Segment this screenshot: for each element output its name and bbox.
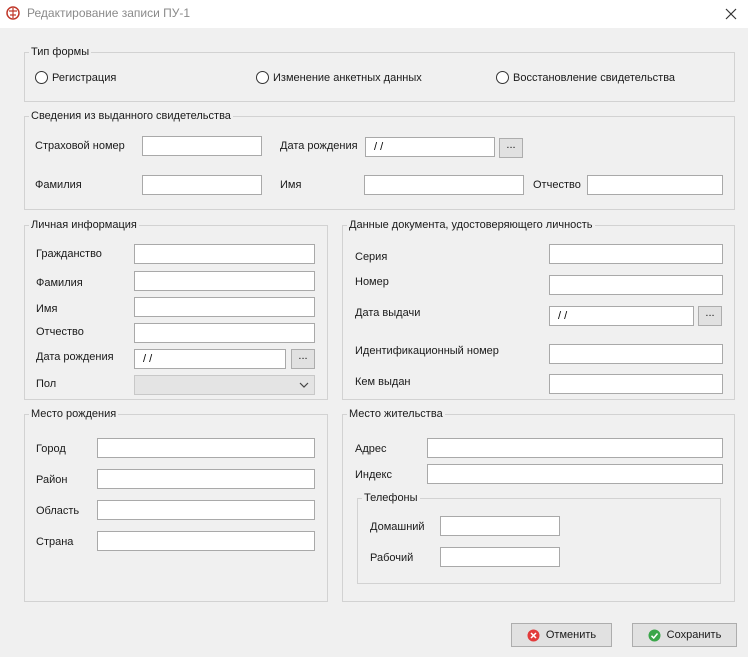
radio-registration-label: Регистрация xyxy=(52,71,117,84)
cert-surname-input[interactable] xyxy=(142,175,262,195)
personal-surname-label: Фамилия xyxy=(36,277,83,289)
id-number-label: Идентификационный номер xyxy=(355,345,499,357)
save-button[interactable]: Сохранить xyxy=(632,623,737,647)
save-button-label: Сохранить xyxy=(666,629,722,641)
cert-patronymic-label: Отчество xyxy=(533,179,581,191)
citizenship-input[interactable] xyxy=(134,244,315,264)
cancel-icon xyxy=(527,629,540,641)
citizenship-label: Гражданство xyxy=(36,248,102,260)
issued-cert-legend: Сведения из выданного свидетельства xyxy=(31,110,231,122)
cert-birth-date-input[interactable] xyxy=(365,137,495,157)
index-label: Индекс xyxy=(355,469,392,481)
personal-patronymic-input[interactable] xyxy=(134,323,315,343)
personal-info-legend: Личная информация xyxy=(31,219,137,231)
issue-date-picker-button[interactable]: ... xyxy=(698,306,722,326)
chevron-down-icon xyxy=(299,382,309,388)
personal-birth-date-label: Дата рождения xyxy=(36,351,114,363)
personal-name-label: Имя xyxy=(36,303,58,315)
radio-circle[interactable] xyxy=(496,71,509,84)
number-label: Номер xyxy=(355,276,389,288)
checkmark-icon xyxy=(648,629,661,641)
cancel-button-label: Отменить xyxy=(545,629,597,641)
birthplace-group: Место рождения Город Район Область Стран… xyxy=(24,408,328,602)
cert-patronymic-input[interactable] xyxy=(587,175,723,195)
gender-select[interactable] xyxy=(134,375,315,395)
birthplace-legend: Место рождения xyxy=(31,408,117,420)
personal-surname-input[interactable] xyxy=(134,271,315,291)
close-icon xyxy=(725,8,737,20)
issued-by-input[interactable] xyxy=(549,374,723,394)
work-phone-input[interactable] xyxy=(440,547,560,567)
home-phone-input[interactable] xyxy=(440,516,560,536)
cancel-button[interactable]: Отменить xyxy=(511,623,612,647)
city-label: Город xyxy=(36,443,66,455)
phones-group: Телефоны Домашний Рабочий xyxy=(357,492,721,584)
radio-change-data-label: Изменение анкетных данных xyxy=(273,71,422,84)
id-number-input[interactable] xyxy=(549,344,723,364)
personal-info-group: Личная информация Гражданство Фамилия Им… xyxy=(24,219,328,400)
cert-name-label: Имя xyxy=(280,179,302,191)
work-phone-label: Рабочий xyxy=(370,552,414,564)
id-doc-group: Данные документа, удостоверяющего личнос… xyxy=(342,219,735,400)
phones-legend: Телефоны xyxy=(364,492,418,504)
personal-patronymic-label: Отчество xyxy=(36,326,84,338)
series-label: Серия xyxy=(355,251,388,263)
district-input[interactable] xyxy=(97,469,315,489)
home-phone-label: Домашний xyxy=(370,521,425,533)
window-title: Редактирование записи ПУ-1 xyxy=(27,6,191,20)
country-label: Страна xyxy=(36,536,74,548)
gender-label: Пол xyxy=(36,378,57,390)
cert-birth-date-label: Дата рождения xyxy=(280,140,358,152)
radio-circle[interactable] xyxy=(35,71,48,84)
address-label: Адрес xyxy=(355,443,387,455)
personal-birth-date-input[interactable] xyxy=(134,349,286,369)
city-input[interactable] xyxy=(97,438,315,458)
title-bar: Редактирование записи ПУ-1 xyxy=(0,0,748,28)
number-input[interactable] xyxy=(549,275,723,295)
close-button[interactable] xyxy=(714,0,748,28)
app-icon xyxy=(6,6,20,20)
region-label: Область xyxy=(36,505,80,517)
residence-legend: Место жительства xyxy=(349,408,443,420)
issue-date-input[interactable] xyxy=(549,306,694,326)
insurance-number-input[interactable] xyxy=(142,136,262,156)
personal-birth-date-picker-button[interactable]: ... xyxy=(291,349,315,369)
personal-name-input[interactable] xyxy=(134,297,315,317)
insurance-number-label: Страховой номер xyxy=(35,140,125,152)
form-type-legend: Тип формы xyxy=(31,46,90,58)
index-input[interactable] xyxy=(427,464,723,484)
district-label: Район xyxy=(36,474,68,486)
radio-change-data[interactable]: Изменение анкетных данных xyxy=(256,71,422,84)
radio-restore-cert[interactable]: Восстановление свидетельства xyxy=(496,71,675,84)
issued-by-label: Кем выдан xyxy=(355,376,411,388)
address-input[interactable] xyxy=(427,438,723,458)
radio-circle[interactable] xyxy=(256,71,269,84)
country-input[interactable] xyxy=(97,531,315,551)
cert-name-input[interactable] xyxy=(364,175,524,195)
issued-cert-group: Сведения из выданного свидетельства Стра… xyxy=(24,110,735,210)
cert-surname-label: Фамилия xyxy=(35,179,82,191)
radio-registration[interactable]: Регистрация xyxy=(35,71,116,84)
radio-restore-cert-label: Восстановление свидетельства xyxy=(513,71,676,84)
id-doc-legend: Данные документа, удостоверяющего личнос… xyxy=(349,219,593,231)
residence-group: Место жительства Адрес Индекс Телефоны Д… xyxy=(342,408,735,602)
issue-date-label: Дата выдачи xyxy=(355,307,421,319)
region-input[interactable] xyxy=(97,500,315,520)
form-type-group: Тип формы Регистрация Изменение анкетных… xyxy=(24,46,735,102)
cert-birth-date-picker-button[interactable]: ... xyxy=(499,138,523,158)
series-input[interactable] xyxy=(549,244,723,264)
